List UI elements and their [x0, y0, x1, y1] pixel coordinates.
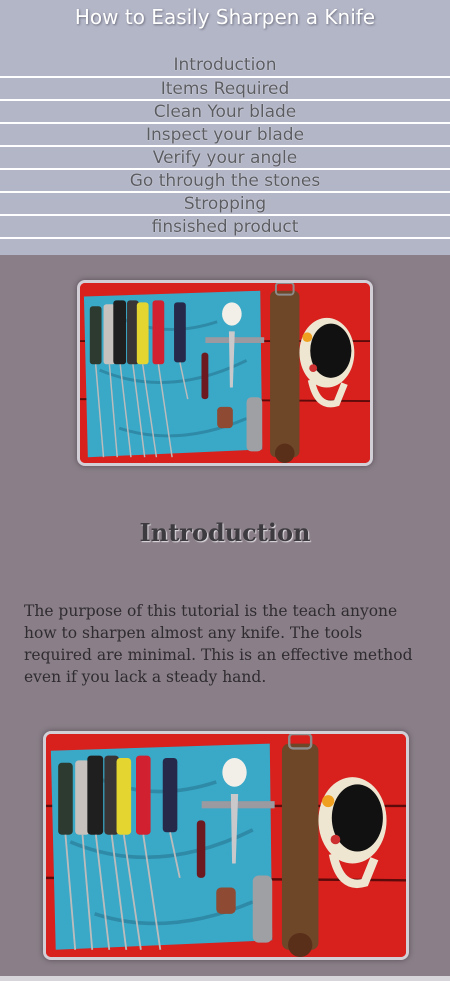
footer-strip — [0, 976, 450, 981]
nav-item-verify-angle[interactable]: Verify your angle — [0, 147, 450, 170]
nav-item-clean-blade[interactable]: Clean Your blade — [0, 101, 450, 124]
sharpening-kit-photo-large — [43, 731, 409, 960]
sharpening-kit-illustration-large — [46, 734, 406, 957]
sharpening-kit-illustration — [80, 283, 370, 463]
nav-menu: Introduction Items Required Clean Your b… — [0, 54, 450, 239]
nav-item-stropping[interactable]: Stropping — [0, 193, 450, 216]
intro-paragraph: The purpose of this tutorial is the teac… — [24, 602, 413, 686]
site-title: How to Easily Sharpen a Knife — [74, 5, 376, 29]
nav-item-finished-product[interactable]: finsished product — [0, 216, 450, 239]
nav-item-stones[interactable]: Go through the stones — [0, 170, 450, 193]
section-heading-introduction: Introduction — [139, 518, 311, 547]
nav-item-items-required[interactable]: Items Required — [0, 78, 450, 101]
nav-item-inspect-blade[interactable]: Inspect your blade — [0, 124, 450, 147]
site-header: How to Easily Sharpen a Knife Introducti… — [0, 0, 450, 255]
nav-item-introduction[interactable]: Introduction — [0, 54, 450, 78]
sharpening-kit-photo — [77, 280, 373, 466]
